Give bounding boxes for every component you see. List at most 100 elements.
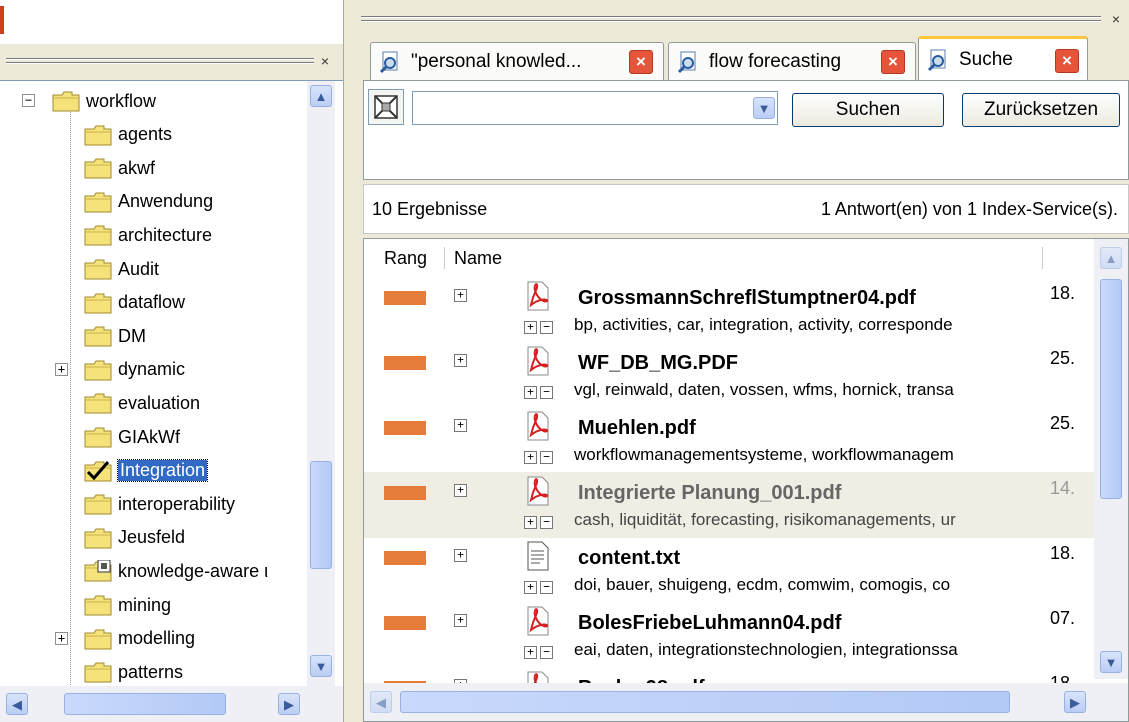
search-button[interactable]: Suchen: [792, 93, 944, 127]
expand-icon[interactable]: +: [524, 321, 537, 334]
tree-vscrollbar[interactable]: ▲ ▼: [307, 81, 335, 687]
collapse-icon[interactable]: −: [540, 516, 553, 529]
search-combobox[interactable]: ▼: [412, 91, 778, 125]
tree-node[interactable]: knowledge-aware ι: [84, 555, 268, 587]
tree-node[interactable]: DM: [84, 320, 146, 352]
scroll-up-icon[interactable]: ▲: [1100, 247, 1122, 269]
tree-node[interactable]: dataflow: [84, 287, 185, 319]
collapse-icon[interactable]: −: [540, 581, 553, 594]
result-filename[interactable]: BolesFriebeLuhmann04.pdf: [578, 612, 841, 635]
results-hscrollbar[interactable]: ◀ ▶: [364, 683, 1128, 721]
expand-icon[interactable]: +: [454, 549, 467, 562]
tree-node[interactable]: dynamic: [84, 354, 185, 386]
collapse-icon[interactable]: −: [540, 451, 553, 464]
expand-icon[interactable]: +: [454, 484, 467, 497]
result-date: 14.: [1050, 478, 1076, 498]
tree-node[interactable]: Audit: [84, 253, 159, 285]
expand-icon[interactable]: +: [454, 354, 467, 367]
tree-node[interactable]: workflow: [52, 85, 156, 117]
tree-node[interactable]: mining: [84, 589, 171, 621]
tree-node-label: architecture: [118, 224, 213, 245]
tree-node[interactable]: akwf: [84, 152, 155, 184]
expand-icon[interactable]: +: [454, 419, 467, 432]
pdf-file-icon: [526, 411, 550, 441]
result-row[interactable]: + GrossmannSchreflStumptner04.pdf 18. + − bp,…: [364, 277, 1094, 343]
tab-close-icon[interactable]: ×: [881, 50, 905, 74]
results-hscroll-thumb[interactable]: [400, 691, 1010, 713]
results-scroll-thumb[interactable]: [1100, 279, 1122, 499]
tree-node[interactable]: evaluation: [84, 387, 200, 419]
result-keywords: doi, bauer, shuigeng, ecdm, comwim, como…: [574, 575, 951, 594]
clear-filter-icon: [374, 95, 398, 119]
folder-tree: workflow − agents akwf Anwendung architecture…: [0, 80, 343, 687]
scroll-right-icon[interactable]: ▶: [1064, 691, 1086, 713]
tree-hscrollbar[interactable]: ◀ ▶: [0, 686, 343, 722]
tree-node[interactable]: modelling: [84, 623, 195, 655]
tree-node[interactable]: agents: [84, 119, 172, 151]
expand-icon[interactable]: +: [454, 289, 467, 302]
result-filename[interactable]: Muehlen.pdf: [578, 417, 696, 440]
folder-icon: [84, 258, 112, 280]
result-filename[interactable]: content.txt: [578, 547, 680, 570]
expand-icon[interactable]: +: [55, 362, 68, 376]
search-doc-icon: [927, 49, 946, 71]
expand-icon[interactable]: +: [524, 386, 537, 399]
tree-node-label: dataflow: [118, 292, 186, 313]
right-panel-close-icon[interactable]: ×: [1109, 12, 1123, 26]
expand-icon[interactable]: +: [454, 614, 467, 627]
reset-button[interactable]: Zurücksetzen: [962, 93, 1120, 127]
column-header-rank[interactable]: Rang: [384, 239, 427, 277]
column-header-name[interactable]: Name: [454, 239, 502, 277]
tree-hscroll-thumb[interactable]: [64, 693, 226, 715]
panel-splitter[interactable]: [343, 0, 352, 722]
scroll-down-icon[interactable]: ▼: [310, 655, 332, 677]
result-row[interactable]: + content.txt 18. + − doi, bauer, shuigeng, e…: [364, 537, 1094, 603]
result-row[interactable]: + WF_DB_MG.PDF 25. + − vgl, reinwald, daten, …: [364, 342, 1094, 408]
tree-node[interactable]: GIAkWf: [84, 421, 180, 453]
tree-panel-close-icon[interactable]: ×: [318, 54, 332, 68]
tree-scroll-thumb[interactable]: [310, 461, 332, 569]
tab-flow-forecasting[interactable]: flow forecasting ×: [668, 42, 916, 80]
scroll-left-icon[interactable]: ◀: [6, 693, 28, 715]
pdf-file-icon: [526, 606, 550, 636]
collapse-icon[interactable]: −: [540, 646, 553, 659]
tab-label: flow forecasting: [709, 50, 842, 72]
tab-close-icon[interactable]: ×: [1055, 49, 1079, 73]
result-filename[interactable]: WF_DB_MG.PDF: [578, 352, 738, 375]
folder-icon: [84, 191, 112, 213]
result-date: 18.: [1050, 543, 1076, 563]
tab-suche[interactable]: Suche ×: [918, 36, 1088, 80]
tree-node[interactable]: Anwendung: [84, 186, 213, 218]
special-folder-icon: [84, 559, 112, 582]
scroll-down-icon[interactable]: ▼: [1100, 651, 1122, 673]
collapse-icon[interactable]: −: [540, 386, 553, 399]
result-filename[interactable]: Integrierte Planung_001.pdf: [578, 482, 841, 505]
tab-close-icon[interactable]: ×: [629, 50, 653, 74]
tab-personal-knowledge[interactable]: "personal knowled... ×: [370, 42, 664, 80]
results-list: Rang Name + GrossmannSchreflStumptner04.p…: [363, 238, 1129, 722]
tree-node-label: akwf: [118, 157, 156, 178]
result-row[interactable]: + Muehlen.pdf 25. + − workflowmanagementsyste…: [364, 407, 1094, 473]
expand-icon[interactable]: +: [524, 516, 537, 529]
scroll-right-icon[interactable]: ▶: [278, 693, 300, 715]
tree-node[interactable]: patterns: [84, 656, 183, 687]
scroll-left-icon[interactable]: ◀: [370, 691, 392, 713]
result-row[interactable]: + BolesFriebeLuhmann04.pdf 07. + − eai, daten…: [364, 602, 1094, 668]
tree-node[interactable]: interoperability: [84, 488, 235, 520]
search-input[interactable]: [415, 94, 745, 122]
expand-icon[interactable]: +: [55, 631, 68, 645]
result-filename[interactable]: GrossmannSchreflStumptner04.pdf: [578, 287, 916, 310]
clear-filter-button[interactable]: [368, 89, 404, 125]
collapse-icon[interactable]: −: [22, 94, 35, 107]
scroll-up-icon[interactable]: ▲: [310, 85, 332, 107]
expand-icon[interactable]: +: [524, 451, 537, 464]
expand-icon[interactable]: +: [524, 646, 537, 659]
results-vscrollbar[interactable]: ▲ ▼: [1094, 239, 1128, 679]
chevron-down-icon[interactable]: ▼: [753, 97, 775, 119]
tree-node[interactable]: architecture: [84, 219, 212, 251]
expand-icon[interactable]: +: [524, 581, 537, 594]
tree-node[interactable]: Integration: [84, 455, 209, 487]
collapse-icon[interactable]: −: [540, 321, 553, 334]
result-row[interactable]: + Integrierte Planung_001.pdf 14. + − cash, l…: [364, 472, 1094, 538]
tree-node[interactable]: Jeusfeld: [84, 522, 185, 554]
